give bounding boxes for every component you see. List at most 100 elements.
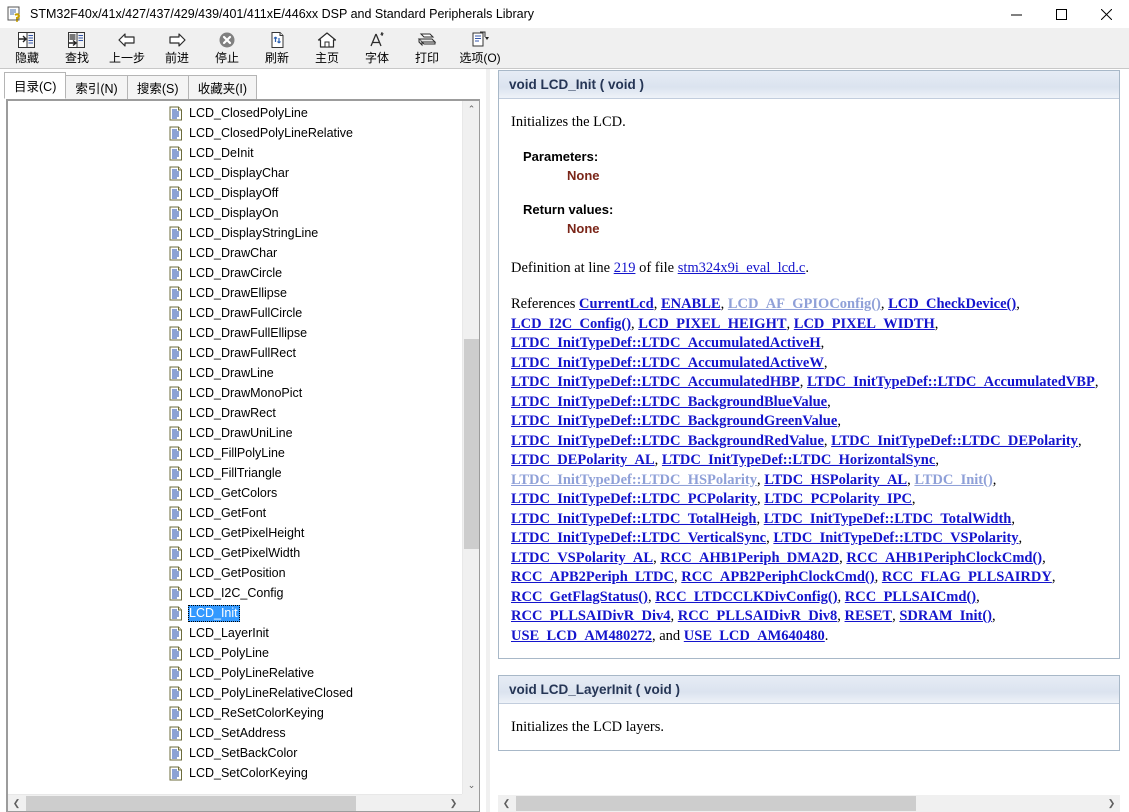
reference-link[interactable]: RCC_FLAG_PLLSAIRDY (882, 569, 1052, 585)
tree-item[interactable]: LCD_I2C_Config (169, 583, 462, 603)
reference-link[interactable]: LTDC_InitTypeDef::LTDC_PCPolarity (511, 491, 757, 507)
tree-item[interactable]: LCD_DrawLine (169, 363, 462, 383)
tree-item[interactable]: LCD_PolyLine (169, 643, 462, 663)
tree-item[interactable]: LCD_DisplayStringLine (169, 223, 462, 243)
toolbar-button-print[interactable]: 打印 (402, 28, 452, 69)
reference-link[interactable]: ENABLE (661, 296, 721, 312)
reference-link[interactable]: LCD_PIXEL_HEIGHT (638, 316, 786, 332)
reference-link[interactable]: LCD_CheckDevice() (888, 296, 1016, 312)
reference-link[interactable]: LTDC_InitTypeDef::LTDC_HorizontalSync (662, 452, 935, 468)
toolbar-button-refresh[interactable]: 刷新 (252, 28, 302, 69)
reference-link[interactable]: RESET (845, 608, 893, 624)
tree-item[interactable]: LCD_DrawUniLine (169, 423, 462, 443)
reference-link[interactable]: LTDC_DEPolarity_AL (511, 452, 655, 468)
scroll-right-arrow[interactable]: ❯ (1103, 795, 1120, 812)
tab-index[interactable]: 索引(N) (65, 75, 128, 99)
reference-link[interactable]: LTDC_VSPolarity_AL (511, 550, 653, 566)
reference-link[interactable]: LTDC_InitTypeDef::LTDC_BackgroundBlueVal… (511, 394, 827, 410)
definition-line-link[interactable]: 219 (614, 260, 636, 276)
reference-link[interactable]: RCC_PLLSAIDivR_Div8 (678, 608, 838, 624)
toolbar-button-font[interactable]: 字体 (352, 28, 402, 69)
tree-item[interactable]: LCD_DrawFullEllipse (169, 323, 462, 343)
tree-item[interactable]: LCD_DrawRect (169, 403, 462, 423)
toolbar-button-options[interactable]: 选项(O) (452, 28, 508, 69)
tree-hscroll-thumb[interactable] (26, 796, 356, 811)
reference-link[interactable]: LTDC_InitTypeDef::LTDC_BackgroundRedValu… (511, 433, 824, 449)
toolbar-button-home[interactable]: 主页 (302, 28, 352, 69)
content-hscroll-thumb[interactable] (516, 796, 916, 811)
toolbar-button-back[interactable]: 上一步 (102, 28, 152, 69)
reference-link[interactable]: RCC_APB2PeriphClockCmd() (681, 569, 874, 585)
tree-item[interactable]: LCD_DisplayOff (169, 183, 462, 203)
reference-link[interactable]: LTDC_InitTypeDef::LTDC_VSPolarity (773, 530, 1018, 546)
tree-vertical-scrollbar[interactable]: ⌃ ⌄ (462, 101, 479, 794)
reference-link[interactable]: RCC_PLLSAIDivR_Div4 (511, 608, 671, 624)
reference-link[interactable]: RCC_LTDCCLKDivConfig() (655, 589, 837, 605)
reference-link[interactable]: SDRAM_Init() (899, 608, 992, 624)
tab-search[interactable]: 搜索(S) (126, 75, 189, 99)
tree-item[interactable]: LCD_DrawCircle (169, 263, 462, 283)
definition-file-link[interactable]: stm324x9i_eval_lcd.c (678, 260, 806, 276)
reference-link[interactable]: LTDC_Init() (914, 472, 992, 488)
tree-item[interactable]: LCD_ClosedPolyLineRelative (169, 123, 462, 143)
tree-horizontal-scrollbar[interactable]: ❮ ❯ (8, 794, 462, 811)
reference-link[interactable]: LTDC_InitTypeDef::LTDC_AccumulatedHBP (511, 374, 800, 390)
tree-item[interactable]: LCD_PolyLineRelativeClosed (169, 683, 462, 703)
reference-link[interactable]: LTDC_InitTypeDef::LTDC_BackgroundGreenVa… (511, 413, 837, 429)
reference-link[interactable]: LTDC_InitTypeDef::LTDC_AccumulatedVBP (807, 374, 1095, 390)
tree-item[interactable]: LCD_SetBackColor (169, 743, 462, 763)
scroll-right-arrow[interactable]: ❯ (445, 795, 462, 811)
tree-item[interactable]: LCD_SetColorKeying (169, 763, 462, 783)
reference-link[interactable]: LTDC_InitTypeDef::LTDC_AccumulatedActive… (511, 355, 824, 371)
tree-item[interactable]: LCD_ClosedPolyLine (169, 103, 462, 123)
contents-tree-viewport[interactable]: LCD_ClosedPolyLine LCD_ClosedPolyLineRela… (8, 101, 462, 794)
tree-item[interactable]: LCD_Init (169, 603, 462, 623)
reference-link[interactable]: LTDC_InitTypeDef::LTDC_TotalHeigh (511, 511, 756, 527)
tree-item[interactable]: LCD_GetPixelHeight (169, 523, 462, 543)
reference-link[interactable]: LTDC_HSPolarity_AL (764, 472, 907, 488)
reference-link[interactable]: LTDC_InitTypeDef::LTDC_VerticalSync (511, 530, 766, 546)
scroll-left-arrow[interactable]: ❮ (8, 795, 25, 811)
tree-item[interactable]: LCD_DisplayChar (169, 163, 462, 183)
tree-item[interactable]: LCD_GetFont (169, 503, 462, 523)
tree-item[interactable]: LCD_DrawMonoPict (169, 383, 462, 403)
tree-item[interactable]: LCD_FillTriangle (169, 463, 462, 483)
tree-item[interactable]: LCD_ReSetColorKeying (169, 703, 462, 723)
toolbar-button-find[interactable]: 查找 (52, 28, 102, 69)
reference-link[interactable]: LTDC_InitTypeDef::LTDC_HSPolarity (511, 472, 757, 488)
maximize-button[interactable] (1039, 0, 1084, 28)
tree-item[interactable]: LCD_DrawChar (169, 243, 462, 263)
reference-link[interactable]: LTDC_InitTypeDef::LTDC_AccumulatedActive… (511, 335, 821, 351)
tree-item[interactable]: LCD_DeInit (169, 143, 462, 163)
tree-item[interactable]: LCD_GetPixelWidth (169, 543, 462, 563)
tree-item[interactable]: LCD_FillPolyLine (169, 443, 462, 463)
minimize-button[interactable] (994, 0, 1039, 28)
scroll-left-arrow[interactable]: ❮ (498, 795, 515, 812)
close-button[interactable] (1084, 0, 1129, 28)
tree-item[interactable]: LCD_DrawEllipse (169, 283, 462, 303)
reference-link[interactable]: LCD_I2C_Config() (511, 316, 631, 332)
tree-item[interactable]: LCD_PolyLineRelative (169, 663, 462, 683)
toolbar-button-hide[interactable]: 隐藏 (2, 28, 52, 69)
content-horizontal-scrollbar[interactable]: ❮ ❯ (498, 795, 1120, 812)
reference-link[interactable]: LCD_PIXEL_WIDTH (794, 316, 935, 332)
tree-vscroll-thumb[interactable] (464, 339, 479, 549)
reference-link[interactable]: LTDC_InitTypeDef::LTDC_TotalWidth (764, 511, 1012, 527)
reference-link[interactable]: USE_LCD_AM640480 (684, 628, 825, 644)
reference-link[interactable]: LCD_AF_GPIOConfig() (728, 296, 881, 312)
reference-link[interactable]: RCC_GetFlagStatus() (511, 589, 648, 605)
reference-link[interactable]: LTDC_PCPolarity_IPC (764, 491, 912, 507)
reference-link[interactable]: RCC_APB2Periph_LTDC (511, 569, 674, 585)
tree-item[interactable]: LCD_DisplayOn (169, 203, 462, 223)
tab-contents[interactable]: 目录(C) (4, 72, 67, 99)
tree-item[interactable]: LCD_GetColors (169, 483, 462, 503)
toolbar-button-stop[interactable]: 停止 (202, 28, 252, 69)
tree-item[interactable]: LCD_GetPosition (169, 563, 462, 583)
scroll-down-arrow[interactable]: ⌄ (463, 777, 479, 794)
reference-link[interactable]: RCC_PLLSAICmd() (845, 589, 976, 605)
tree-item[interactable]: LCD_SetAddress (169, 723, 462, 743)
reference-link[interactable]: RCC_AHB1Periph_DMA2D (660, 550, 839, 566)
tree-item[interactable]: LCD_DrawFullCircle (169, 303, 462, 323)
reference-link[interactable]: USE_LCD_AM480272 (511, 628, 652, 644)
reference-link[interactable]: CurrentLcd (579, 296, 654, 312)
